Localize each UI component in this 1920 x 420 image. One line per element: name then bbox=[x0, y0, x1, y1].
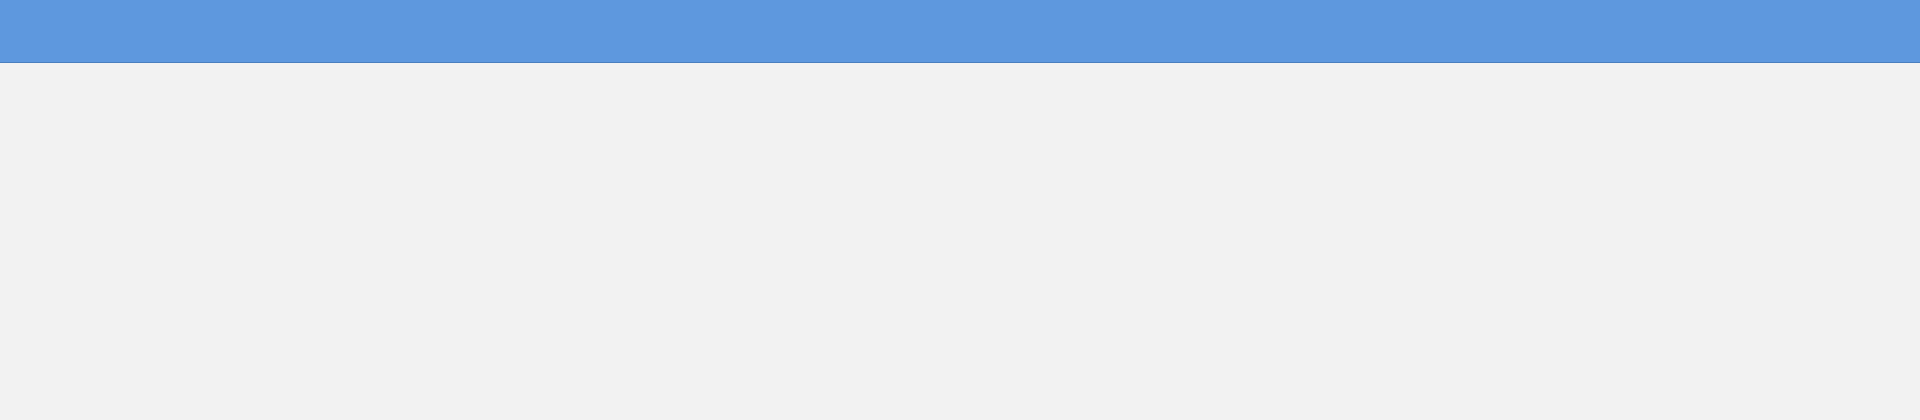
header-bar bbox=[0, 0, 1920, 63]
app-window bbox=[0, 0, 1920, 420]
main-content-area bbox=[0, 64, 1920, 420]
